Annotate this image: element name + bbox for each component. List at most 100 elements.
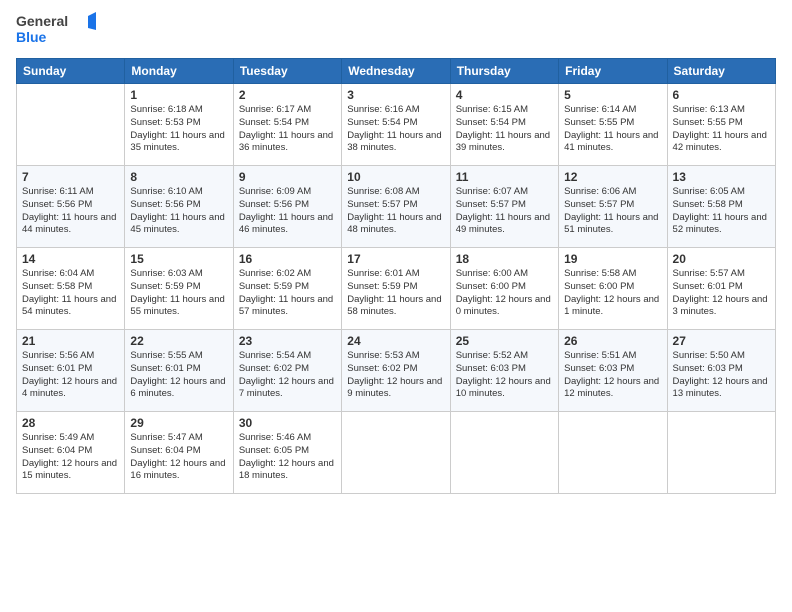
calendar-cell: 29Sunrise: 5:47 AMSunset: 6:04 PMDayligh…	[125, 412, 233, 494]
sunset-text: Sunset: 5:57 PM	[456, 199, 553, 212]
calendar-cell: 15Sunrise: 6:03 AMSunset: 5:59 PMDayligh…	[125, 248, 233, 330]
day-number: 30	[239, 416, 336, 430]
sunrise-text: Sunrise: 6:17 AM	[239, 104, 336, 117]
daylight-text: Daylight: 11 hours and 58 minutes.	[347, 294, 444, 320]
daylight-text: Daylight: 11 hours and 49 minutes.	[456, 212, 553, 238]
sunset-text: Sunset: 6:04 PM	[22, 445, 119, 458]
daylight-text: Daylight: 11 hours and 57 minutes.	[239, 294, 336, 320]
daylight-text: Daylight: 11 hours and 36 minutes.	[239, 130, 336, 156]
calendar-header-row: SundayMondayTuesdayWednesdayThursdayFrid…	[17, 59, 776, 84]
sunrise-text: Sunrise: 6:18 AM	[130, 104, 227, 117]
day-info: Sunrise: 6:14 AMSunset: 5:55 PMDaylight:…	[564, 104, 661, 155]
day-number: 19	[564, 252, 661, 266]
day-info: Sunrise: 6:10 AMSunset: 5:56 PMDaylight:…	[130, 186, 227, 237]
day-number: 5	[564, 88, 661, 102]
calendar-cell	[450, 412, 558, 494]
day-number: 15	[130, 252, 227, 266]
daylight-text: Daylight: 12 hours and 13 minutes.	[673, 376, 770, 402]
sunrise-text: Sunrise: 6:13 AM	[673, 104, 770, 117]
daylight-text: Daylight: 11 hours and 48 minutes.	[347, 212, 444, 238]
daylight-text: Daylight: 11 hours and 52 minutes.	[673, 212, 770, 238]
day-info: Sunrise: 5:46 AMSunset: 6:05 PMDaylight:…	[239, 432, 336, 483]
sunset-text: Sunset: 6:00 PM	[564, 281, 661, 294]
day-info: Sunrise: 5:50 AMSunset: 6:03 PMDaylight:…	[673, 350, 770, 401]
weekday-header: Monday	[125, 59, 233, 84]
day-info: Sunrise: 6:08 AMSunset: 5:57 PMDaylight:…	[347, 186, 444, 237]
sunset-text: Sunset: 5:59 PM	[130, 281, 227, 294]
calendar-week-row: 7Sunrise: 6:11 AMSunset: 5:56 PMDaylight…	[17, 166, 776, 248]
sunset-text: Sunset: 6:03 PM	[564, 363, 661, 376]
sunrise-text: Sunrise: 5:46 AM	[239, 432, 336, 445]
day-info: Sunrise: 6:16 AMSunset: 5:54 PMDaylight:…	[347, 104, 444, 155]
sunset-text: Sunset: 6:02 PM	[347, 363, 444, 376]
day-number: 10	[347, 170, 444, 184]
daylight-text: Daylight: 11 hours and 35 minutes.	[130, 130, 227, 156]
day-number: 20	[673, 252, 770, 266]
day-number: 23	[239, 334, 336, 348]
day-info: Sunrise: 5:53 AMSunset: 6:02 PMDaylight:…	[347, 350, 444, 401]
day-info: Sunrise: 6:00 AMSunset: 6:00 PMDaylight:…	[456, 268, 553, 319]
calendar-cell: 18Sunrise: 6:00 AMSunset: 6:00 PMDayligh…	[450, 248, 558, 330]
calendar-cell: 2Sunrise: 6:17 AMSunset: 5:54 PMDaylight…	[233, 84, 341, 166]
day-info: Sunrise: 5:56 AMSunset: 6:01 PMDaylight:…	[22, 350, 119, 401]
calendar-cell: 8Sunrise: 6:10 AMSunset: 5:56 PMDaylight…	[125, 166, 233, 248]
calendar-cell: 7Sunrise: 6:11 AMSunset: 5:56 PMDaylight…	[17, 166, 125, 248]
daylight-text: Daylight: 12 hours and 7 minutes.	[239, 376, 336, 402]
sunrise-text: Sunrise: 6:11 AM	[22, 186, 119, 199]
calendar-cell: 9Sunrise: 6:09 AMSunset: 5:56 PMDaylight…	[233, 166, 341, 248]
calendar-cell: 14Sunrise: 6:04 AMSunset: 5:58 PMDayligh…	[17, 248, 125, 330]
calendar-cell: 10 Sunrise: 6:08 AMSunset: 5:57 PMDayligh…	[342, 166, 450, 248]
sunset-text: Sunset: 5:59 PM	[347, 281, 444, 294]
sunrise-text: Sunrise: 5:55 AM	[130, 350, 227, 363]
calendar-cell: 22 Sunrise: 5:55 AMSunset: 6:01 PMDayligh…	[125, 330, 233, 412]
daylight-text: Daylight: 12 hours and 6 minutes.	[130, 376, 227, 402]
calendar-cell: 25Sunrise: 5:52 AMSunset: 6:03 PMDayligh…	[450, 330, 558, 412]
daylight-text: Daylight: 12 hours and 3 minutes.	[673, 294, 770, 320]
sunrise-text: Sunrise: 6:04 AM	[22, 268, 119, 281]
sunset-text: Sunset: 6:02 PM	[239, 363, 336, 376]
daylight-text: Daylight: 12 hours and 12 minutes.	[564, 376, 661, 402]
sunset-text: Sunset: 6:00 PM	[456, 281, 553, 294]
day-number: 17	[347, 252, 444, 266]
day-info: Sunrise: 6:02 AMSunset: 5:59 PMDaylight:…	[239, 268, 336, 319]
calendar-cell: 6Sunrise: 6:13 AMSunset: 5:55 PMDaylight…	[667, 84, 775, 166]
daylight-text: Daylight: 11 hours and 39 minutes.	[456, 130, 553, 156]
day-info: Sunrise: 5:54 AMSunset: 6:02 PMDaylight:…	[239, 350, 336, 401]
sunrise-text: Sunrise: 6:01 AM	[347, 268, 444, 281]
calendar-cell: 4Sunrise: 6:15 AMSunset: 5:54 PMDaylight…	[450, 84, 558, 166]
daylight-text: Daylight: 11 hours and 54 minutes.	[22, 294, 119, 320]
daylight-text: Daylight: 11 hours and 42 minutes.	[673, 130, 770, 156]
day-info: Sunrise: 6:18 AMSunset: 5:53 PMDaylight:…	[130, 104, 227, 155]
day-number: 1	[130, 88, 227, 102]
weekday-header: Friday	[559, 59, 667, 84]
day-number: 21	[22, 334, 119, 348]
logo-svg: General Blue	[16, 10, 96, 52]
day-info: Sunrise: 5:58 AMSunset: 6:00 PMDaylight:…	[564, 268, 661, 319]
day-info: Sunrise: 5:55 AMSunset: 6:01 PMDaylight:…	[130, 350, 227, 401]
day-info: Sunrise: 5:52 AMSunset: 6:03 PMDaylight:…	[456, 350, 553, 401]
calendar-week-row: 28Sunrise: 5:49 AMSunset: 6:04 PMDayligh…	[17, 412, 776, 494]
calendar-cell	[17, 84, 125, 166]
sunrise-text: Sunrise: 5:47 AM	[130, 432, 227, 445]
day-number: 13	[673, 170, 770, 184]
sunset-text: Sunset: 5:55 PM	[564, 117, 661, 130]
calendar-cell: 24Sunrise: 5:53 AMSunset: 6:02 PMDayligh…	[342, 330, 450, 412]
calendar-week-row: 14Sunrise: 6:04 AMSunset: 5:58 PMDayligh…	[17, 248, 776, 330]
day-info: Sunrise: 6:09 AMSunset: 5:56 PMDaylight:…	[239, 186, 336, 237]
calendar-cell: 19 Sunrise: 5:58 AMSunset: 6:00 PMDayligh…	[559, 248, 667, 330]
day-number: 22	[130, 334, 227, 348]
daylight-text: Daylight: 11 hours and 41 minutes.	[564, 130, 661, 156]
sunset-text: Sunset: 5:55 PM	[673, 117, 770, 130]
day-number: 11	[456, 170, 553, 184]
day-info: Sunrise: 5:57 AMSunset: 6:01 PMDaylight:…	[673, 268, 770, 319]
day-info: Sunrise: 6:05 AMSunset: 5:58 PMDaylight:…	[673, 186, 770, 237]
sunset-text: Sunset: 5:53 PM	[130, 117, 227, 130]
sunrise-text: Sunrise: 6:14 AM	[564, 104, 661, 117]
sunset-text: Sunset: 5:58 PM	[673, 199, 770, 212]
sunset-text: Sunset: 6:01 PM	[130, 363, 227, 376]
sunset-text: Sunset: 6:01 PM	[22, 363, 119, 376]
weekday-header: Wednesday	[342, 59, 450, 84]
sunrise-text: Sunrise: 6:02 AM	[239, 268, 336, 281]
day-info: Sunrise: 6:07 AMSunset: 5:57 PMDaylight:…	[456, 186, 553, 237]
day-number: 26	[564, 334, 661, 348]
